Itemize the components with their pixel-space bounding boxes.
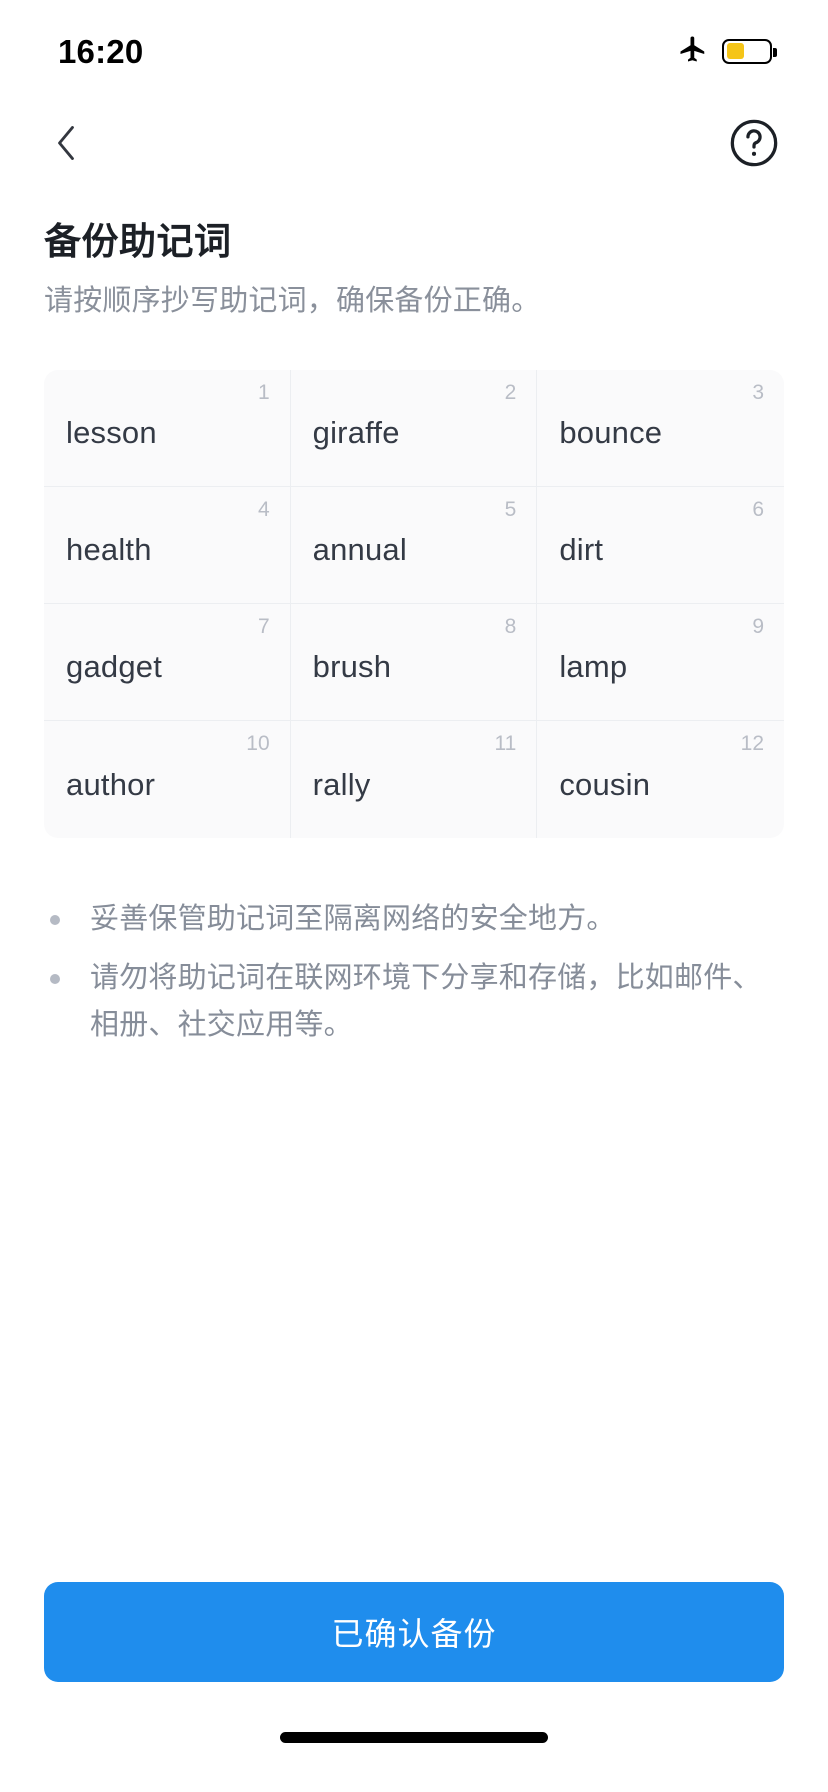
mnemonic-grid: 1 lesson 2 giraffe 3 bounce 4 health 5 annual 6 dir… <box>44 370 784 839</box>
airplane-mode-icon <box>678 34 708 69</box>
page-title: 备份助记词 <box>44 221 232 262</box>
mnemonic-word: lesson <box>66 415 157 451</box>
mnemonic-word: giraffe <box>312 415 400 451</box>
confirm-backup-button[interactable]: 已确认备份 <box>44 1582 784 1682</box>
battery-low-power-icon <box>722 38 777 64</box>
page-subtitle: 请按顺序抄写助记词，确保备份正确。 <box>44 285 541 318</box>
mnemonic-index: 6 <box>752 498 764 522</box>
mnemonic-word: rally <box>312 766 371 802</box>
back-button[interactable] <box>34 112 98 176</box>
mnemonic-cell: 7 gadget <box>44 604 291 722</box>
mnemonic-index: 4 <box>257 498 270 522</box>
mnemonic-cell: 8 brush <box>290 604 538 722</box>
mnemonic-word: annual <box>312 532 407 568</box>
help-button[interactable] <box>722 112 786 176</box>
mnemonic-index: 1 <box>257 381 270 405</box>
mnemonic-cell: 1 lesson <box>44 370 291 488</box>
mnemonic-index: 5 <box>504 498 517 522</box>
security-note-item: 妥善保管助记词至隔离网络的安全地方。 <box>44 896 784 943</box>
battery-fill <box>726 43 744 59</box>
footer: 已确认备份 <box>0 1582 828 1682</box>
status-bar: 16:20 <box>0 0 828 96</box>
mnemonic-index: 12 <box>740 732 764 756</box>
mnemonic-word: dirt <box>559 532 604 568</box>
home-indicator[interactable] <box>280 1731 548 1743</box>
bullet-icon <box>50 915 60 926</box>
mnemonic-cell: 12 cousin <box>537 721 784 838</box>
app-screen: 16:20 备份助记词 请按顺序抄写助记词，确保备份正确。 1 lesson 2… <box>0 0 828 1792</box>
mnemonic-grid-wrapper: 1 lesson 2 giraffe 3 bounce 4 health 5 annual 6 dir… <box>44 370 784 839</box>
security-note-text: 请勿将助记词在联网环境下分享和存储，比如邮件、相册、社交应用等。 <box>90 962 762 1042</box>
security-notes-list: 妥善保管助记词至隔离网络的安全地方。请勿将助记词在联网环境下分享和存储，比如邮件… <box>44 896 784 1061</box>
header-block: 备份助记词 请按顺序抄写助记词，确保备份正确。 <box>0 192 828 322</box>
mnemonic-word: gadget <box>66 649 163 685</box>
home-indicator-area <box>0 1682 828 1792</box>
mnemonic-index: 2 <box>504 381 517 405</box>
mnemonic-index: 10 <box>246 732 270 756</box>
mnemonic-index: 8 <box>504 615 517 639</box>
status-bar-time: 16:20 <box>58 32 144 70</box>
mnemonic-index: 9 <box>752 615 764 639</box>
mnemonic-word: health <box>66 532 152 568</box>
mnemonic-cell: 10 author <box>44 721 291 839</box>
mnemonic-index: 3 <box>752 381 764 405</box>
security-note-text: 妥善保管助记词至隔离网络的安全地方。 <box>90 903 616 936</box>
mnemonic-word: brush <box>312 649 392 685</box>
mnemonic-cell: 9 lamp <box>537 604 784 722</box>
chevron-left-icon <box>49 121 83 168</box>
mnemonic-cell: 6 dirt <box>537 487 784 605</box>
security-note-item: 请勿将助记词在联网环境下分享和存储，比如邮件、相册、社交应用等。 <box>44 955 784 1049</box>
mnemonic-index: 11 <box>494 732 517 756</box>
mnemonic-word: lamp <box>559 649 628 685</box>
status-bar-indicators <box>678 28 777 69</box>
mnemonic-index: 7 <box>257 615 270 639</box>
mnemonic-word: author <box>66 766 156 802</box>
bullet-icon <box>50 974 60 985</box>
mnemonic-word: cousin <box>559 766 651 802</box>
mnemonic-cell: 4 health <box>44 487 291 605</box>
mnemonic-cell: 11 rally <box>291 721 538 839</box>
mnemonic-word: bounce <box>559 415 663 451</box>
mnemonic-cell: 5 annual <box>290 487 538 605</box>
question-mark-circle-icon <box>728 117 780 172</box>
mnemonic-cell: 2 giraffe <box>290 370 538 488</box>
navigation-bar <box>0 96 828 192</box>
mnemonic-cell: 3 bounce <box>537 370 784 488</box>
